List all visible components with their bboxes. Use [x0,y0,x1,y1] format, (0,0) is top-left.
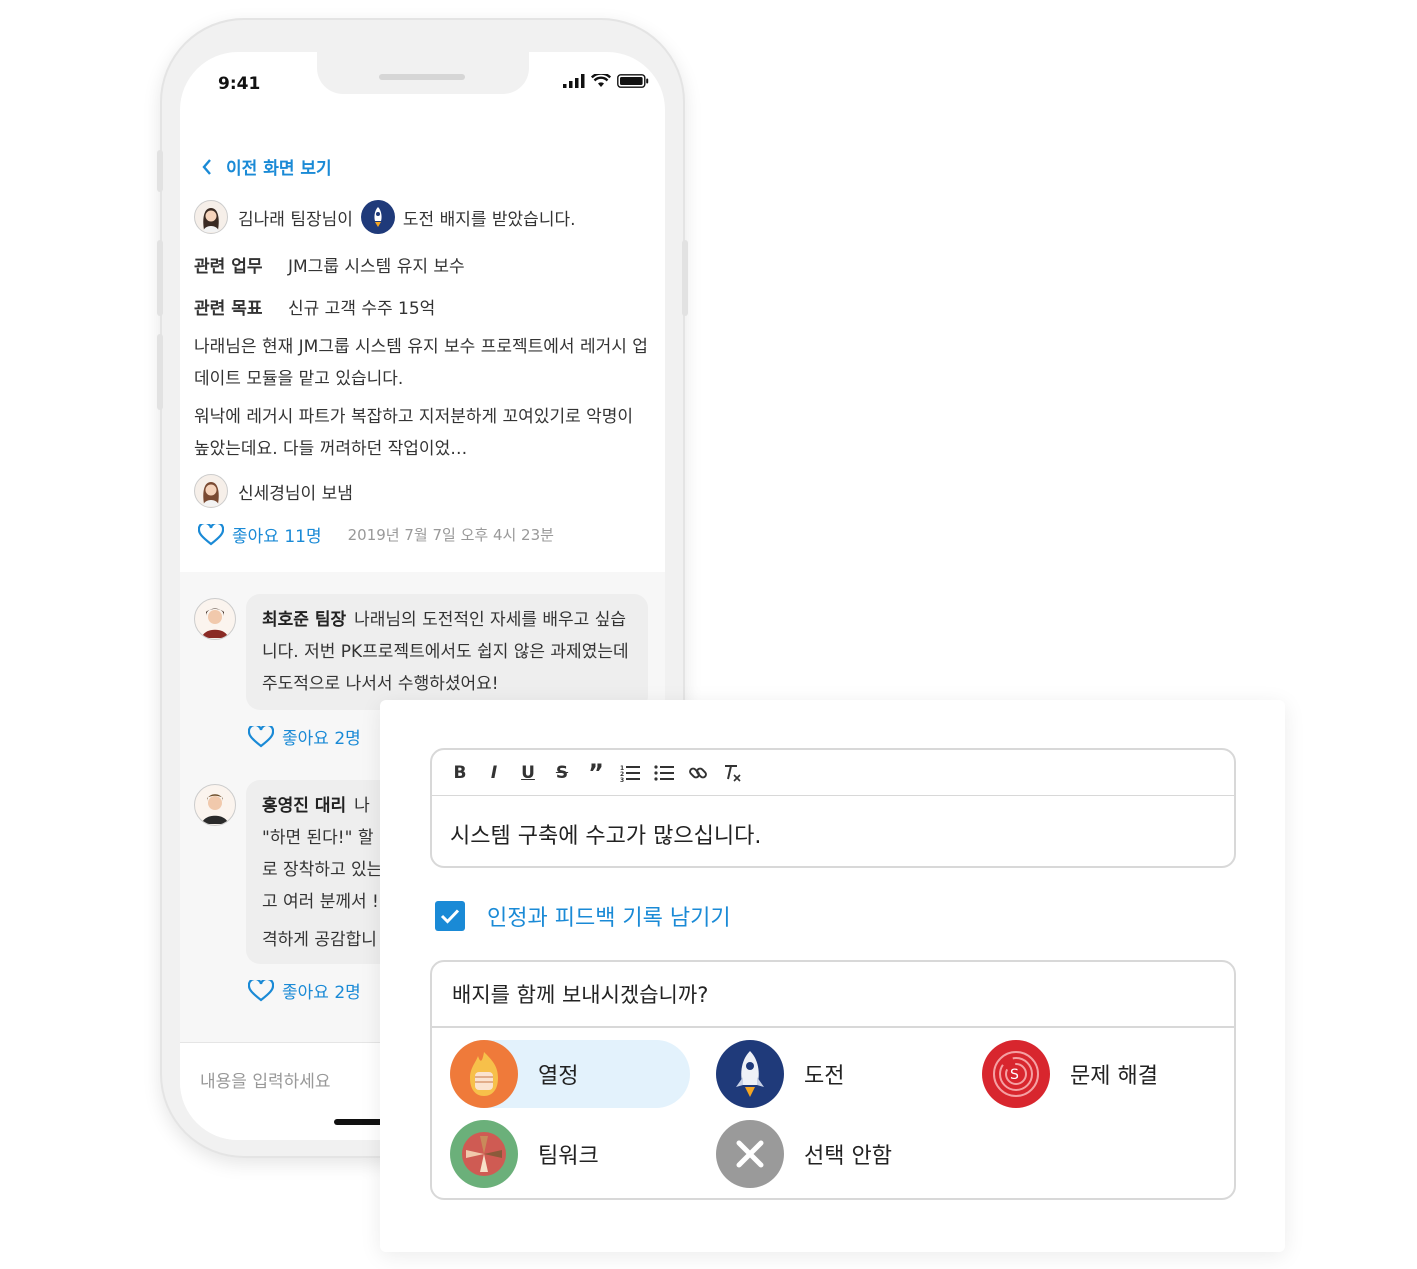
badge-award-text: 도전 배지를 받았습니다. [402,209,576,230]
badge-label: 도전 [804,1064,845,1089]
clear-format-button[interactable] [722,763,742,783]
badge-option-none[interactable]: 선택 안함 [716,1120,946,1188]
heart-icon[interactable] [248,725,274,748]
badge-label: 선택 안함 [804,1144,892,1169]
underline-button[interactable]: U [518,763,538,783]
comment-avatar[interactable] [194,598,236,640]
related-task-row: 관련 업무 JM그룹 시스템 유지 보수 [194,252,465,277]
post-likes-count[interactable]: 좋아요 11명 [232,522,322,547]
comment-likes-count[interactable]: 좋아요 2명 [282,978,361,1003]
post-paragraph-2: 워낙에 레거시 파트가 복잡하고 지저분하게 꼬여있기로 악명이 높았는데요. … [194,407,634,459]
post-like-row: 좋아요 11명 2019년 7월 7일 오후 4시 23분 [198,522,554,547]
related-task-value: JM그룹 시스템 유지 보수 [288,257,465,277]
comment-bubble: 최호준 팀장 나래님의 도전적인 자세를 배우고 싶습니다. 저번 PK프로젝트에… [246,594,648,710]
heart-icon[interactable] [198,523,224,546]
status-time: 9:41 [218,74,261,94]
maze-icon: S [982,1040,1050,1108]
quote-button[interactable]: ” [586,759,606,787]
signal-icon [563,74,585,88]
ordered-list-icon: 1 2 3 [620,765,640,782]
mute-switch [157,150,163,192]
sender-avatar[interactable] [194,474,228,508]
man-avatar-icon [202,608,228,638]
post-timestamp: 2019년 7월 7일 오후 4시 23분 [347,526,554,544]
battery-icon [617,74,649,88]
fire-fist-icon [450,1040,518,1108]
clear-format-icon [725,764,741,782]
record-option-label[interactable]: 인정과 피드백 기록 남기기 [487,900,731,932]
related-goal-row: 관련 목표 신규 고객 수주 15억 [194,294,435,319]
badge-label: 문제 해결 [1070,1064,1158,1089]
power-button [682,240,688,316]
speaker [379,74,465,80]
link-button[interactable] [688,763,708,783]
back-label: 이전 화면 보기 [226,159,332,179]
bold-button[interactable]: B [450,763,470,783]
bullet-list-icon [654,764,674,781]
close-icon [716,1120,784,1188]
receiver-name: 김나래 팀장님이 [238,209,353,230]
comment-likes-count[interactable]: 좋아요 2명 [282,724,361,749]
badge-label: 열정 [538,1064,579,1089]
woman-avatar-icon [203,208,219,232]
volume-down-button [157,334,163,410]
feedback-panel: B I U S ” 1 2 3 시스템 구축에 수고가 많으십니다. 인정과 피… [380,700,1285,1252]
related-goal-key: 관련 목표 [194,299,263,319]
comment-like-row: 좋아요 2명 [248,978,361,1003]
badge-award-line: 김나래 팀장님이 도전 배지를 받았습니다. [194,200,576,234]
editor-toolbar: B I U S ” 1 2 3 [432,750,1234,796]
strikethrough-button[interactable]: S [552,763,572,783]
link-icon [689,767,707,778]
check-icon [440,909,460,924]
heart-icon[interactable] [248,979,274,1002]
rocket-icon [374,207,382,227]
status-icons [563,74,649,88]
related-task-key: 관련 업무 [194,257,263,277]
volume-up-button [157,240,163,316]
sender-text: 신세경님이 보냄 [238,483,353,504]
comment-author: 홍영진 대리 [262,796,347,816]
svg-text:S: S [1010,1067,1019,1083]
related-goal-value: 신규 고객 수주 15억 [288,299,436,319]
comment-avatar[interactable] [194,784,236,826]
editor-input[interactable]: 시스템 구축에 수고가 많으십니다. [450,818,761,850]
record-option[interactable]: 인정과 피드백 기록 남기기 [435,900,731,932]
comment-author: 최호준 팀장 [262,610,347,630]
wifi-icon [591,74,611,87]
comment-input[interactable]: 내용을 입력하세요 [200,1067,331,1092]
badge-option-problem-solving[interactable]: S 문제 해결 [982,1040,1222,1108]
rocket-icon [716,1040,784,1108]
post-paragraph-1: 나래님은 현재 JM그룹 시스템 유지 보수 프로젝트에서 레거시 업데이트 모… [194,337,648,389]
badge-question: 배지를 함께 보내시겠습니까? [432,962,1234,1028]
svg-text:3: 3 [620,777,624,782]
challenge-badge-mini [360,200,395,234]
comment-like-row: 좋아요 2명 [248,724,361,749]
woman-avatar-icon [203,482,219,506]
sender-line: 신세경님이 보냄 [194,474,353,508]
bullet-list-button[interactable] [654,763,674,783]
chevron-left-icon [202,158,211,175]
man-avatar-icon [202,794,228,824]
comment-text-line: 나 [354,796,370,816]
italic-button[interactable]: I [484,763,504,783]
record-checkbox[interactable] [435,901,465,931]
badge-picker: 배지를 함께 보내시겠습니까? 열정 도전 S 문제 해결 팀워크 선택 안함 [430,960,1236,1200]
rich-text-editor: B I U S ” 1 2 3 시스템 구축에 수고가 많으십니다. [430,748,1236,868]
badge-option-challenge[interactable]: 도전 [716,1040,946,1108]
badge-option-passion[interactable]: 열정 [450,1040,690,1108]
receiver-avatar[interactable] [194,200,228,234]
notch [317,52,529,94]
badge-option-teamwork[interactable]: 팀워크 [450,1120,680,1188]
ordered-list-button[interactable]: 1 2 3 [620,763,640,783]
hands-icon [450,1120,518,1188]
badge-label: 팀워크 [538,1144,599,1169]
back-link[interactable]: 이전 화면 보기 [202,154,332,179]
